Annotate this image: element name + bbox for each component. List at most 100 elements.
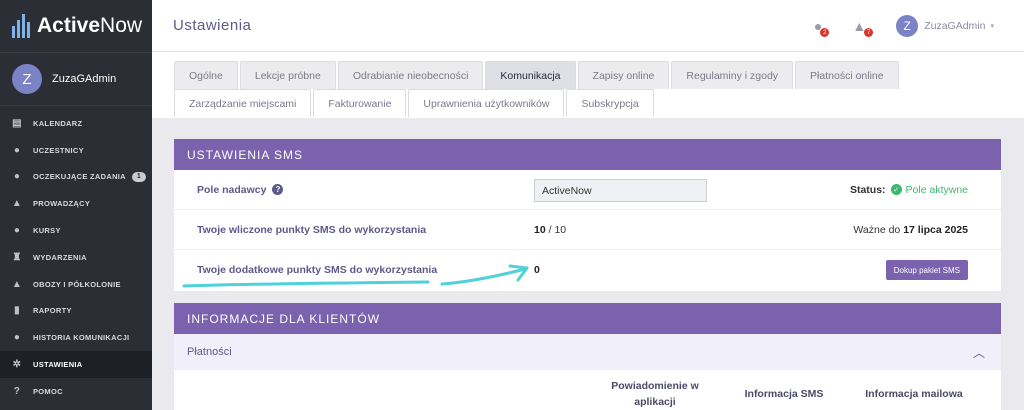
validity: Ważne do 17 lipca 2025	[853, 224, 968, 236]
page-title: Ustawienia	[173, 17, 252, 34]
brand-logo[interactable]: Active Now	[0, 0, 152, 52]
user-menu[interactable]: Z ZuzaGAdmin ▾	[896, 15, 994, 37]
sidebar-item-label: OCZEKUJĄCE ZADANIA	[33, 172, 126, 182]
payments-section-label: Płatności	[187, 346, 232, 358]
sidebar-item-historia-komunikacji[interactable]: ● HISTORIA KOMUNIKACJI	[0, 324, 152, 351]
sidebar-item-label: POMOC	[33, 386, 63, 396]
chart-icon: ▮	[14, 305, 20, 317]
payments-section-toggle[interactable]: Płatności ︿	[174, 334, 1001, 370]
sidebar-item-obozy[interactable]: ▲ OBOZY I PÓŁKOLONIE	[0, 271, 152, 298]
graduation-cap-icon: ▲	[11, 198, 23, 210]
sender-label: Pole nadawcy	[197, 183, 267, 196]
trophy-icon: ♜	[12, 251, 22, 263]
tab-uprawnienia-uzytkownikow[interactable]: Uprawnienia użytkowników	[408, 89, 565, 117]
included-points-value: 10 / 10	[534, 224, 566, 236]
col-mail-notification: Informacja mailowa	[865, 388, 963, 400]
brand-now: Now	[100, 14, 143, 37]
chevron-down-icon: ▾	[990, 23, 994, 30]
messages-button[interactable]: ● 2	[814, 18, 830, 37]
extra-points-label: Twoje dodatkowe punkty SMS do wykorzysta…	[197, 264, 438, 276]
avatar: Z	[896, 15, 919, 37]
tab-platnosci-online[interactable]: Płatności online	[795, 61, 899, 89]
sms-settings-panel: USTAWIENIA SMS Pole nadawcy ? Status: ✓ …	[174, 139, 1001, 291]
status-label: Status:	[849, 183, 886, 196]
sidebar-item-wydarzenia[interactable]: ♜ WYDARZENIA	[0, 244, 152, 271]
tab-odrabianie-nieobecnosci[interactable]: Odrabianie nieobecności	[337, 61, 484, 89]
sidebar-item-label: HISTORIA KOMUNIKACJI	[33, 333, 130, 343]
tab-zapisy-online[interactable]: Zapisy online	[577, 61, 670, 89]
topbar-actions: ● 2 ▲ 7 Z ZuzaGAdmin ▾	[814, 0, 994, 52]
extra-points-row: Twoje dodatkowe punkty SMS do wykorzysta…	[174, 250, 1001, 290]
user-menu-name: ZuzaGAdmin	[924, 20, 986, 32]
gear-icon: ✲	[12, 359, 22, 371]
sidebar-item-label: KALENDARZ	[33, 118, 83, 128]
sender-field[interactable]	[534, 179, 707, 202]
tab-komunikacja[interactable]: Komunikacja	[485, 61, 576, 89]
tab-regulaminy-i-zgody[interactable]: Regulaminy i zgody	[671, 61, 794, 89]
notifications-button[interactable]: ▲ 7	[852, 18, 874, 37]
tab-lekcje-probne[interactable]: Lekcje próbne	[239, 61, 336, 89]
included-points-used: 10	[534, 223, 546, 236]
included-points-total: / 10	[548, 223, 567, 236]
sidebar-item-label: WYDARZENIA	[33, 252, 87, 262]
chevron-up-icon: ︿	[972, 346, 985, 360]
sidebar-item-uczestnicy[interactable]: ● UCZESTNICY	[0, 137, 152, 164]
tab-fakturowanie[interactable]: Fakturowanie	[313, 89, 407, 117]
pending-tasks-badge: 1	[131, 171, 147, 182]
sidebar-item-label: KURSY	[33, 226, 61, 236]
notifications-badge: 7	[864, 28, 874, 37]
check-circle-icon: ✓	[890, 184, 902, 195]
client-info-panel: INFORMACJE DLA KLIENTÓW Płatności ︿ Powi…	[174, 303, 1001, 410]
col-sms-notification: Informacja SMS	[744, 388, 824, 400]
sidebar-item-pomoc[interactable]: ? POMOC	[0, 378, 152, 405]
sidebar-item-raporty[interactable]: ▮ RAPORTY	[0, 298, 152, 325]
included-points-row: Twoje wliczone punkty SMS do wykorzystan…	[174, 210, 1001, 250]
extra-points-number: 0	[534, 264, 540, 276]
sms-settings-heading: USTAWIENIA SMS	[174, 139, 1001, 170]
tab-subskrypcja[interactable]: Subskrypcja	[566, 89, 654, 117]
sidebar-user[interactable]: Z ZuzaGAdmin	[0, 52, 152, 106]
topbar: Ustawienia ● 2 ▲ 7 Z ZuzaGAdmin ▾	[152, 0, 1024, 52]
status-badge: Pole aktywne	[905, 183, 968, 196]
sidebar-item-ustawienia[interactable]: ✲ USTAWIENIA	[0, 351, 152, 378]
included-points-label: Twoje wliczone punkty SMS do wykorzystan…	[197, 223, 427, 236]
sidebar-item-kursy[interactable]: ● KURSY	[0, 217, 152, 244]
tab-zarzadzanie-miejscami[interactable]: Zarządzanie miejscami	[174, 89, 312, 117]
sidebar-item-label: USTAWIENIA	[33, 360, 83, 370]
sidebar-item-label: PROWADZĄCY	[33, 199, 91, 209]
calendar-icon: ▤	[12, 117, 22, 129]
validity-prefix: Ważne do	[853, 223, 901, 236]
tab-row-1: Ogólne Lekcje próbne Odrabianie nieobecn…	[174, 61, 1024, 89]
sender-row: Pole nadawcy ? Status: ✓ Pole aktywne	[174, 170, 1001, 210]
user-clock-icon: ●	[13, 171, 21, 183]
user-icon: ●	[13, 144, 21, 156]
client-info-heading: INFORMACJE DLA KLIENTÓW	[174, 303, 1001, 334]
tent-icon: ▲	[11, 278, 23, 290]
sidebar: Active Now Z ZuzaGAdmin ▤ KALENDARZ ● UCZES…	[0, 0, 152, 410]
sidebar-item-prowadzacy[interactable]: ▲ PROWADZĄCY	[0, 190, 152, 217]
sidebar-item-label: RAPORTY	[33, 306, 72, 316]
col-app-notification: Powiadomienie w aplikacji	[611, 380, 699, 408]
users-icon: ●	[13, 225, 21, 237]
extra-points-value: 0	[534, 264, 540, 276]
sidebar-item-label: OBOZY I PÓŁKOLONIE	[33, 279, 121, 289]
sidebar-item-kalendarz[interactable]: ▤ KALENDARZ	[0, 110, 152, 137]
avatar: Z	[12, 64, 42, 94]
sender-label-wrap: Pole nadawcy ?	[197, 183, 284, 196]
sender-status: Status: ✓ Pole aktywne	[850, 184, 968, 196]
tab-ogolne[interactable]: Ogólne	[174, 61, 238, 89]
help-icon: ?	[13, 385, 21, 397]
settings-tabs: Ogólne Lekcje próbne Odrabianie nieobecn…	[152, 52, 1024, 118]
tab-row-2: Zarządzanie miejscami Fakturowanie Upraw…	[174, 89, 1024, 117]
sidebar-item-label: UCZESTNICY	[33, 145, 84, 155]
notification-columns: Powiadomienie w aplikacji Informacja SMS…	[174, 370, 1001, 410]
sidebar-item-oczekujace-zadania[interactable]: ● OCZEKUJĄCE ZADANIA 1	[0, 164, 152, 191]
brand-active: Active	[37, 14, 101, 37]
buy-sms-package-button[interactable]: Dokup pakiet SMS	[885, 260, 968, 280]
sidebar-nav: ▤ KALENDARZ ● UCZESTNICY ● OCZEKUJĄCE ZADAN…	[0, 110, 152, 405]
question-icon[interactable]: ?	[272, 184, 284, 195]
chat-icon: ●	[13, 332, 21, 344]
logo-bars-icon	[12, 14, 30, 38]
sidebar-user-name: ZuzaGAdmin	[52, 73, 117, 85]
validity-date: 17 lipca 2025	[903, 223, 968, 236]
